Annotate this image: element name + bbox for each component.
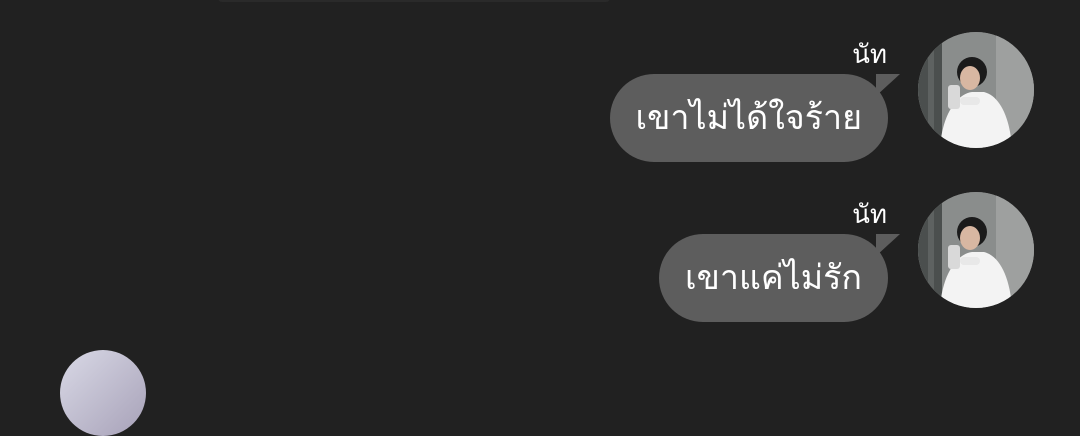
sender-name: นัท bbox=[852, 40, 887, 70]
avatar[interactable] bbox=[918, 32, 1034, 148]
message-row: นัท เขาไม่ได้ใจร้าย bbox=[0, 0, 1080, 162]
incoming-avatar[interactable] bbox=[60, 350, 146, 436]
sender-name: นัท bbox=[852, 200, 887, 230]
avatar-photo bbox=[918, 32, 1034, 148]
message-bubble[interactable]: เขาไม่ได้ใจร้าย bbox=[609, 74, 888, 162]
message-bubble[interactable]: เขาแค่ไม่รัก bbox=[659, 234, 888, 322]
avatar-photo bbox=[918, 192, 1034, 308]
message-row: นัท เขาแค่ไม่รัก bbox=[0, 160, 1080, 322]
avatar[interactable] bbox=[918, 192, 1034, 308]
